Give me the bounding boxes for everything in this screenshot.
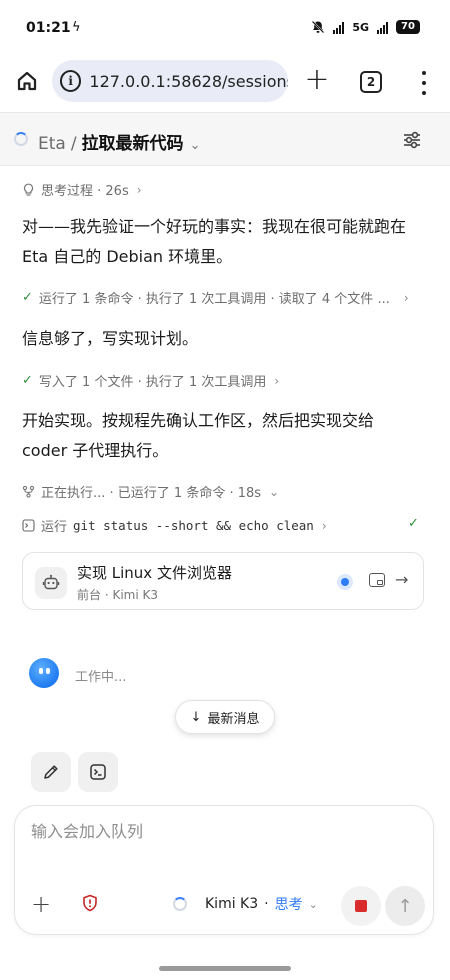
model-separator: · bbox=[264, 896, 269, 912]
assistant-message: 对——我先验证一个好玩的事实：我现在很可能就跑在 Eta 自己的 Debian … bbox=[22, 217, 407, 266]
chevron-right-icon: › bbox=[274, 373, 280, 388]
sliders-icon[interactable] bbox=[402, 130, 422, 150]
arrow-up-icon: ↑ bbox=[397, 895, 413, 917]
send-button[interactable]: ↑ bbox=[385, 886, 425, 926]
status-time: 01:21 bbox=[26, 20, 71, 36]
browser-menu-button[interactable] bbox=[414, 68, 434, 98]
command-prefix: 运行 bbox=[41, 520, 68, 535]
address-bar[interactable]: i 127.0.0.1:58628/sessions bbox=[52, 60, 288, 102]
model-name: Kimi K3 bbox=[205, 896, 259, 912]
chevron-down-icon: ⌄ bbox=[269, 484, 280, 499]
chevron-right-icon: › bbox=[136, 182, 142, 197]
terminal-button[interactable] bbox=[78, 752, 118, 792]
battery-icon: 70 bbox=[396, 20, 420, 34]
chevron-down-icon: ⌄ bbox=[308, 897, 318, 911]
loading-spinner-icon bbox=[173, 897, 187, 911]
session-title: 拉取最新代码 bbox=[81, 134, 184, 154]
model-selector[interactable]: Kimi K3 · 思考 ⌄ bbox=[173, 894, 318, 914]
project-name: Eta bbox=[38, 134, 66, 154]
status-bar: 01:21 ϟ 5G 70 bbox=[0, 0, 450, 56]
activity-summary[interactable]: ✓ 运行了 1 条命令 · 执行了 1 次工具调用 · 读取了 4 个文件 ..… bbox=[22, 288, 409, 307]
check-icon: ✓ bbox=[22, 373, 33, 388]
thinking-label: 思考过程 · 26s bbox=[41, 184, 129, 199]
agent-fork-icon bbox=[22, 485, 35, 498]
status-indicators: 5G 70 bbox=[311, 20, 420, 34]
subagent-card[interactable]: 实现 Linux 文件浏览器 前台 · Kimi K3 → bbox=[22, 552, 424, 610]
thinking-toggle[interactable]: 思考过程 · 26s › bbox=[22, 180, 142, 199]
stop-icon bbox=[355, 900, 367, 912]
scroll-to-latest-button[interactable]: ↓ 最新消息 bbox=[175, 700, 275, 734]
terminal-icon bbox=[22, 519, 35, 532]
subagent-subtitle: 前台 · Kimi K3 bbox=[77, 588, 158, 602]
stop-button[interactable] bbox=[341, 886, 381, 926]
subagent-title: 实现 Linux 文件浏览器 bbox=[77, 564, 232, 582]
arrow-right-icon[interactable]: → bbox=[395, 570, 408, 589]
loading-spinner-icon bbox=[14, 132, 28, 146]
home-indicator[interactable] bbox=[159, 966, 291, 971]
signal-icon-2 bbox=[377, 21, 388, 34]
command-code: git status --short && echo clean bbox=[73, 518, 314, 533]
chevron-right-icon: › bbox=[403, 290, 409, 305]
arrow-down-icon: ↓ bbox=[190, 709, 202, 725]
activity-summary[interactable]: ✓ 写入了 1 个文件 · 执行了 1 次工具调用 › bbox=[22, 371, 279, 390]
home-button[interactable] bbox=[12, 66, 42, 96]
executing-label: 正在执行... · 已运行了 1 条命令 · 18s bbox=[41, 486, 262, 501]
breadcrumb-separator: / bbox=[70, 134, 77, 154]
home-icon bbox=[17, 71, 37, 91]
pencil-icon bbox=[44, 765, 58, 779]
latest-label: 最新消息 bbox=[207, 711, 260, 727]
tab-switcher-button[interactable]: 2 bbox=[360, 71, 382, 93]
bell-muted-icon bbox=[312, 20, 325, 34]
network-label: 5G bbox=[352, 20, 369, 34]
activity-label: 运行了 1 条命令 · 执行了 1 次工具调用 · 读取了 4 个文件 ... bbox=[38, 292, 390, 307]
message-input[interactable] bbox=[31, 822, 411, 841]
assistant-message: 开始实现。按规程先确认工作区，然后把实现交给 coder 子代理执行。 bbox=[22, 411, 375, 460]
session-title-selector[interactable]: Eta / 拉取最新代码 ⌄ bbox=[38, 129, 200, 154]
robot-icon bbox=[35, 567, 67, 599]
session-header: Eta / 拉取最新代码 ⌄ bbox=[0, 112, 450, 166]
bolt-icon: ϟ bbox=[72, 20, 81, 35]
url-text: 127.0.0.1:58628/sessions bbox=[89, 71, 288, 91]
new-tab-button[interactable]: + bbox=[302, 65, 332, 96]
chevron-right-icon: › bbox=[321, 518, 327, 533]
check-icon: ✓ bbox=[22, 290, 33, 305]
assistant-message: 信息够了，写实现计划。 bbox=[22, 329, 199, 348]
activity-label: 写入了 1 个文件 · 执行了 1 次工具调用 bbox=[38, 375, 267, 390]
edit-button[interactable] bbox=[31, 752, 71, 792]
thinking-mode: 思考 bbox=[274, 897, 303, 913]
chevron-down-icon: ⌄ bbox=[189, 138, 201, 153]
working-status: 工作中... bbox=[75, 670, 127, 685]
executing-status[interactable]: 正在执行... · 已运行了 1 条命令 · 18s ⌄ bbox=[22, 482, 279, 501]
lightbulb-icon bbox=[23, 183, 34, 196]
attach-button[interactable]: + bbox=[31, 892, 51, 916]
command-row[interactable]: 运行 git status --short && echo clean › ✓ bbox=[22, 516, 424, 535]
shield-alert-icon[interactable] bbox=[82, 894, 98, 912]
picture-in-picture-icon[interactable] bbox=[369, 573, 385, 587]
browser-toolbar: i 127.0.0.1:58628/sessions + 2 bbox=[0, 56, 450, 110]
message-composer: + Kimi K3 · 思考 ⌄ ↑ bbox=[14, 805, 434, 935]
terminal-icon bbox=[90, 764, 106, 780]
signal-icon bbox=[333, 21, 345, 34]
site-info-icon[interactable]: i bbox=[60, 70, 82, 92]
assistant-avatar bbox=[29, 658, 59, 688]
check-icon: ✓ bbox=[408, 516, 419, 531]
running-status-dot bbox=[337, 574, 353, 590]
